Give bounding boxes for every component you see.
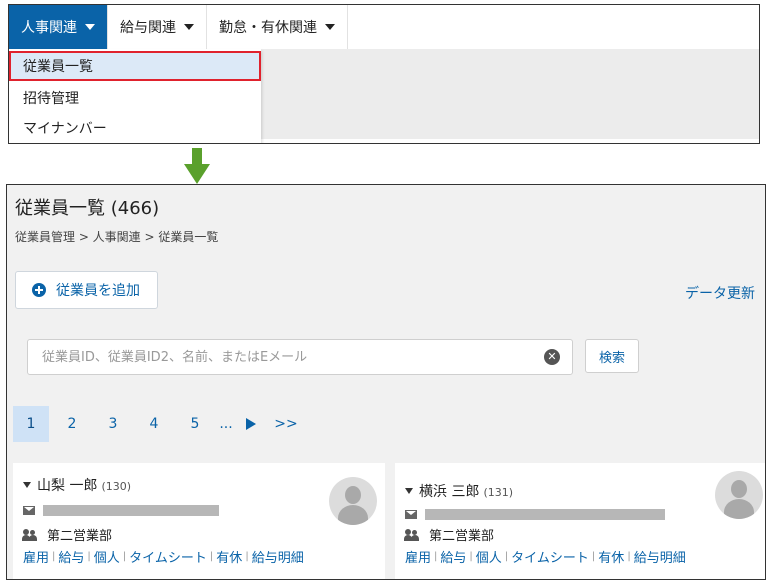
chevron-down-icon [325,24,335,30]
link-payslip[interactable]: 給与明細 [634,547,686,566]
employee-name: 横浜 三郎 [419,484,480,500]
employee-card: 山梨 一郎 (130) 第二営業部 雇用 | 給与 | 個人 | タイムシート | 有休… [13,463,385,579]
chevron-down-icon [184,24,194,30]
last-page-button[interactable]: >> [268,406,304,442]
employee-email-row [405,509,665,520]
collapse-triangle-icon [405,488,413,494]
link-payslip[interactable]: 給与明細 [252,547,304,566]
page-4[interactable]: 4 [136,406,172,442]
nav-attendance-label: 勤怠・有休関連 [219,20,317,36]
link-paid-leave[interactable]: 有休 [598,547,624,566]
search-field: ✕ [27,339,573,375]
employee-id: (130) [101,480,132,493]
nav-payroll-label: 給与関連 [120,20,176,36]
employee-name-row[interactable]: 山梨 一郎 (130) [23,475,131,495]
link-employment[interactable]: 雇用 [405,547,431,566]
employee-id: (131) [483,486,514,499]
avatar [715,471,763,519]
nav-hr[interactable]: 人事関連 [9,5,108,49]
employee-name: 山梨 一郎 [37,478,98,494]
employee-list-screenshot-panel: 従業員一覧 (466) 従業員管理 > 人事関連 > 従業員一覧 従業員を追加 … [6,184,766,580]
employee-links: 雇用 | 給与 | 個人 | タイムシート | 有休 | 給与明細 [23,547,304,566]
page-3[interactable]: 3 [95,406,131,442]
link-salary[interactable]: 給与 [58,547,84,566]
play-right-icon [246,418,256,430]
employee-card: 横浜 三郎 (131) 第二営業部 雇用 | 給与 | 個人 | タイムシート | 有休… [395,463,765,579]
page-1[interactable]: 1 [13,406,49,442]
chevron-down-icon [85,24,95,30]
link-paid-leave[interactable]: 有休 [216,547,242,566]
redacted-email [425,509,665,520]
next-page-button[interactable] [239,406,263,442]
link-timesheet[interactable]: タイムシート [511,547,589,566]
employee-department: 第二営業部 [429,529,495,544]
collapse-triangle-icon [23,482,31,488]
add-employee-button[interactable]: 従業員を追加 [15,271,158,309]
nav-hr-label: 人事関連 [21,20,77,36]
nav-attendance[interactable]: 勤怠・有休関連 [207,5,348,49]
redacted-email [43,505,219,516]
hr-dropdown-menu: 従業員一覧 招待管理 マイナンバー [9,49,261,143]
breadcrumb: 従業員管理 > 人事関連 > 従業員一覧 [15,230,219,244]
link-personal[interactable]: 個人 [94,547,120,566]
menu-screenshot-panel: 人事関連 給与関連 勤怠・有休関連 従業員一覧 招待管理 マイナンバー [8,4,760,144]
clear-icon[interactable]: ✕ [544,349,560,365]
people-icon [404,528,419,541]
employee-name-row[interactable]: 横浜 三郎 (131) [405,481,513,501]
envelope-icon [23,506,35,515]
link-salary[interactable]: 給与 [440,547,466,566]
menu-item-my-number[interactable]: マイナンバー [9,113,261,143]
avatar [329,477,377,525]
top-nav-bar: 人事関連 給与関連 勤怠・有休関連 [9,5,348,49]
page-title: 従業員一覧 (466) [15,198,160,219]
employee-department-row: 第二営業部 [404,525,495,544]
people-icon [22,528,37,541]
employee-department: 第二営業部 [47,529,113,544]
menu-item-invitation[interactable]: 招待管理 [9,83,261,113]
employee-links: 雇用 | 給与 | 個人 | タイムシート | 有休 | 給与明細 [405,547,686,566]
pagination: 1 2 3 4 5 ... >> [13,405,309,443]
nav-payroll[interactable]: 給与関連 [108,5,207,49]
page-2[interactable]: 2 [54,406,90,442]
add-employee-label: 従業員を追加 [56,283,140,299]
down-arrow-icon [184,148,210,184]
page-5[interactable]: 5 [177,406,213,442]
envelope-icon [405,510,417,519]
search-input[interactable] [28,340,538,374]
link-employment[interactable]: 雇用 [23,547,49,566]
employee-department-row: 第二営業部 [22,525,113,544]
link-personal[interactable]: 個人 [476,547,502,566]
link-timesheet[interactable]: タイムシート [129,547,207,566]
page-ellipsis: ... [219,416,233,432]
employee-email-row [23,505,219,516]
refresh-data-link[interactable]: データ更新 [685,283,755,303]
search-button[interactable]: 検索 [585,339,639,373]
menu-item-employee-list[interactable]: 従業員一覧 [9,51,261,81]
plus-circle-icon [32,283,46,297]
